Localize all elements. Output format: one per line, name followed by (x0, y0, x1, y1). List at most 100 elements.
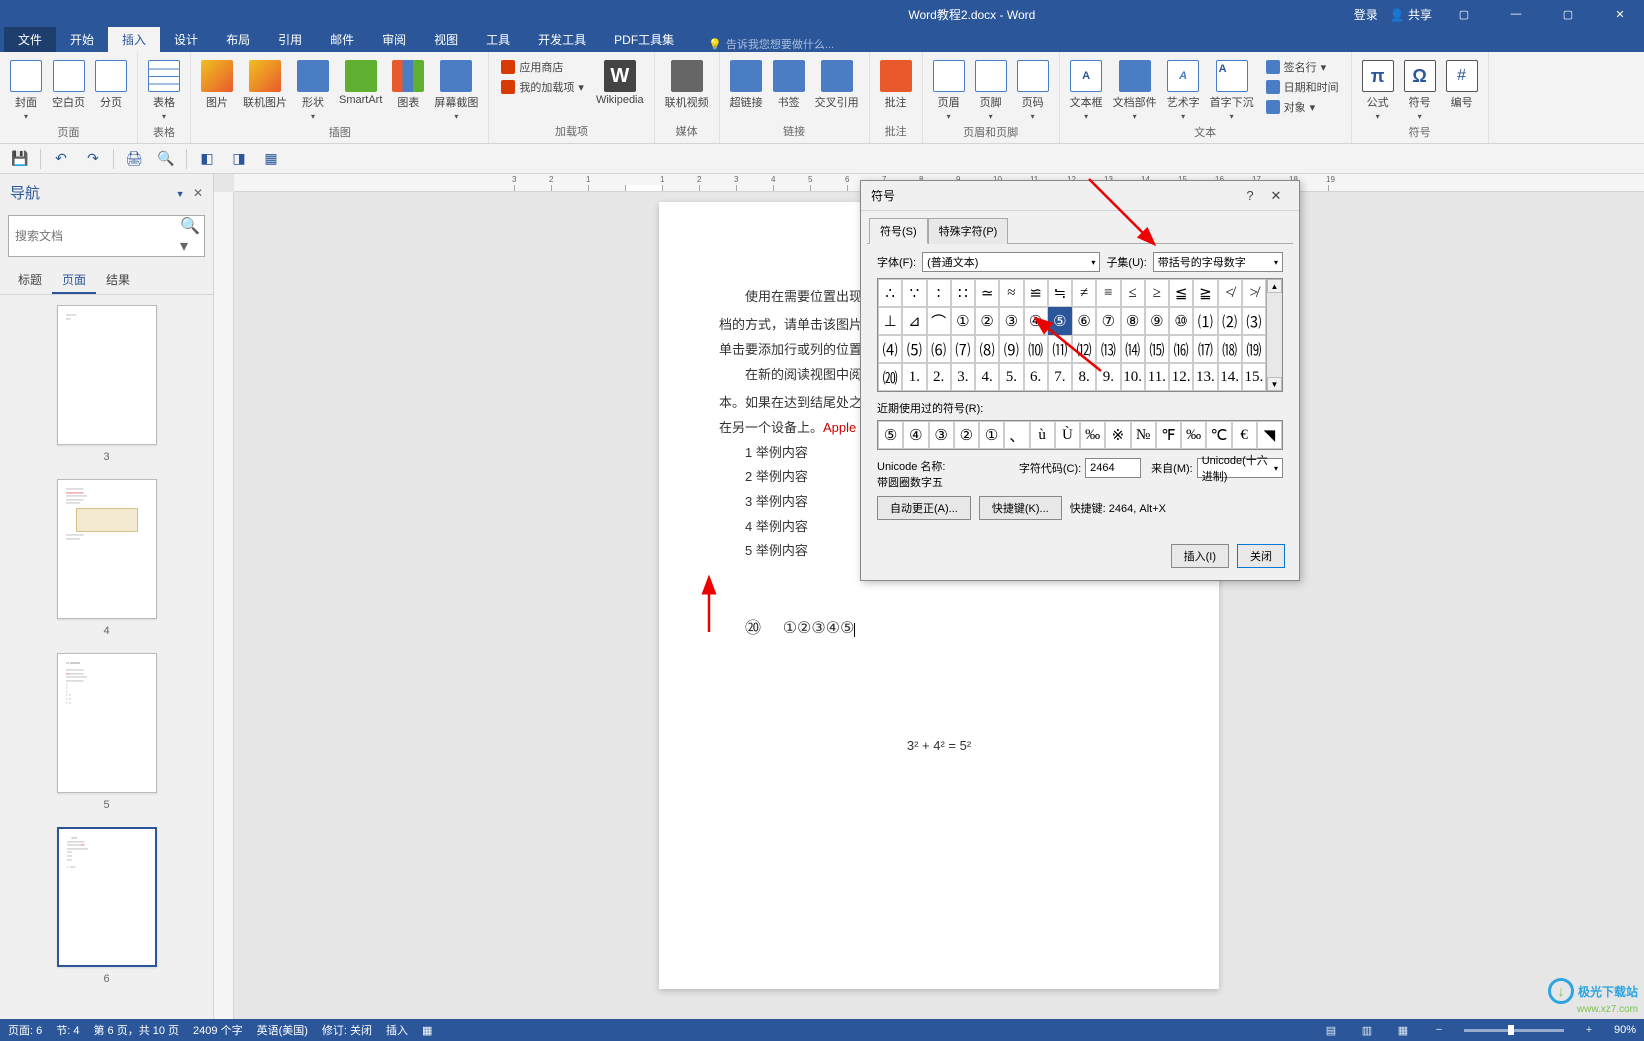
symbol-cell[interactable]: ≌ (1024, 279, 1048, 307)
page-thumbnail[interactable]: ━━━━━━━━━ (57, 305, 157, 445)
symbol-cell[interactable]: ≥ (1145, 279, 1169, 307)
ribbon-display-icon[interactable]: ▢ (1444, 0, 1484, 28)
store-button[interactable]: 应用商店 (495, 58, 590, 76)
symbol-cell[interactable]: ∶ (927, 279, 951, 307)
symbol-cell[interactable]: 5. (999, 363, 1023, 391)
wordart-button[interactable]: A艺术字 (1163, 58, 1204, 124)
recent-symbol-cell[interactable]: ℉ (1156, 421, 1181, 449)
page-thumbnail[interactable]: ━━ XXXXX━━━━━━━━━━━━━━━━━━━━━━━━━━━━━━━━… (57, 653, 157, 793)
symbol-cell[interactable]: ⒃ (1169, 335, 1193, 363)
symbol-cell[interactable]: 12. (1169, 363, 1193, 391)
symbol-cell[interactable]: ② (975, 307, 999, 335)
zoom-slider[interactable] (1464, 1029, 1564, 1032)
symbol-cell[interactable]: ⑷ (878, 335, 902, 363)
status-section[interactable]: 节: 4 (56, 1022, 79, 1038)
nav-tab-pages[interactable]: 页面 (52, 267, 96, 294)
share-button[interactable]: 👤 共享 (1390, 6, 1432, 23)
read-mode-icon[interactable]: ▤ (1320, 1021, 1342, 1039)
autocorrect-button[interactable]: 自动更正(A)... (877, 496, 971, 520)
symbol-cell[interactable]: 10. (1121, 363, 1145, 391)
recent-symbol-cell[interactable]: € (1232, 421, 1257, 449)
recent-symbol-cell[interactable]: № (1131, 421, 1156, 449)
object-button[interactable]: 对象 ▾ (1260, 98, 1345, 116)
recent-symbol-cell[interactable]: Ù (1055, 421, 1080, 449)
recent-symbol-cell[interactable]: ‰ (1181, 421, 1206, 449)
recent-symbol-cell[interactable]: ④ (903, 421, 928, 449)
symbol-cell[interactable]: 9. (1096, 363, 1120, 391)
tab-special-chars[interactable]: 特殊字符(P) (928, 218, 1009, 244)
tell-me-search[interactable]: 告诉我您想要做什么... (688, 36, 834, 52)
table-button[interactable]: 表格 (144, 58, 184, 124)
symbol-cell[interactable]: ⑶ (1242, 307, 1266, 335)
symbol-cell[interactable]: ≈ (999, 279, 1023, 307)
cross-reference-button[interactable]: 交叉引用 (811, 58, 863, 112)
symbol-cell[interactable]: 13. (1193, 363, 1217, 391)
symbol-cell[interactable]: ≦ (1169, 279, 1193, 307)
symbol-cell[interactable]: 11. (1145, 363, 1169, 391)
undo-button[interactable]: ↶ (49, 147, 73, 171)
nav-close-icon[interactable]: ✕ (193, 186, 203, 200)
qat-extra2[interactable]: ◨ (227, 147, 251, 171)
recent-symbol-cell[interactable]: ◥ (1257, 421, 1282, 449)
symbol-cell[interactable]: ① (951, 307, 975, 335)
status-page-of[interactable]: 第 6 页，共 10 页 (93, 1022, 179, 1038)
symbol-cell[interactable]: ⑴ (1193, 307, 1217, 335)
symbol-cell[interactable]: ⒆ (1242, 335, 1266, 363)
comment-button[interactable]: 批注 (876, 58, 916, 112)
page-thumbnail[interactable]: ━━━━━━━━━━━━━━━━━━━━━━━━━━━━━━━━━━━━━━━━… (57, 479, 157, 619)
header-button[interactable]: 页眉 (929, 58, 969, 124)
recent-symbol-cell[interactable]: 、 (1004, 421, 1029, 449)
search-icon[interactable]: 🔍▾ (180, 216, 204, 256)
symbol-cell[interactable]: 6. (1024, 363, 1048, 391)
tab-file[interactable]: 文件 (4, 27, 56, 52)
hyperlink-button[interactable]: 超链接 (726, 58, 767, 112)
zoom-level[interactable]: 90% (1614, 1024, 1636, 1036)
maximize-icon[interactable]: ▢ (1548, 0, 1588, 28)
chart-button[interactable]: 图表 (388, 58, 428, 112)
cover-page-button[interactable]: 封面 (6, 58, 46, 124)
status-language[interactable]: 英语(美国) (257, 1022, 308, 1038)
tab-layout[interactable]: 布局 (212, 27, 264, 52)
symbol-cell[interactable]: 1. (902, 363, 926, 391)
symbol-cell[interactable]: ⑧ (1121, 307, 1145, 335)
zoom-out-icon[interactable]: − (1428, 1021, 1450, 1039)
symbol-cell[interactable]: ≮ (1218, 279, 1242, 307)
symbol-cell[interactable]: ≤ (1121, 279, 1145, 307)
symbol-cell[interactable]: 8. (1072, 363, 1096, 391)
online-pictures-button[interactable]: 联机图片 (239, 58, 291, 112)
print-layout-icon[interactable]: ▥ (1356, 1021, 1378, 1039)
symbol-cell[interactable]: ≡ (1096, 279, 1120, 307)
tab-home[interactable]: 开始 (56, 27, 108, 52)
nav-tab-results[interactable]: 结果 (96, 267, 140, 294)
symbol-cell[interactable]: ⊿ (902, 307, 926, 335)
minimize-icon[interactable]: — (1496, 0, 1536, 28)
web-layout-icon[interactable]: ▦ (1392, 1021, 1414, 1039)
qat-extra3[interactable]: ▦ (259, 147, 283, 171)
recent-symbol-cell[interactable]: ③ (929, 421, 954, 449)
tab-review[interactable]: 审阅 (368, 27, 420, 52)
symbol-cell[interactable]: ⒁ (1121, 335, 1145, 363)
nav-search[interactable]: 🔍▾ (8, 215, 205, 257)
tab-references[interactable]: 引用 (264, 27, 316, 52)
symbol-cell[interactable]: ≧ (1193, 279, 1217, 307)
symbol-cell[interactable]: ≯ (1242, 279, 1266, 307)
equation-button[interactable]: 公式 (1358, 58, 1398, 124)
symbol-cell[interactable]: ⒅ (1218, 335, 1242, 363)
symbol-cell[interactable]: ⑺ (951, 335, 975, 363)
page-break-button[interactable]: 分页 (91, 58, 131, 112)
help-icon[interactable]: ? (1237, 183, 1263, 209)
symbol-cell[interactable]: ⑨ (1145, 307, 1169, 335)
signature-line-button[interactable]: 签名行 ▾ (1260, 58, 1345, 76)
symbol-cell[interactable]: ③ (999, 307, 1023, 335)
tab-tools[interactable]: 工具 (472, 27, 524, 52)
save-button[interactable]: 💾 (8, 147, 32, 171)
page-number-button[interactable]: 页码 (1013, 58, 1053, 124)
tab-pdf[interactable]: PDF工具集 (600, 27, 688, 52)
wikipedia-button[interactable]: WWikipedia (592, 58, 648, 108)
symbol-cell[interactable]: ⒇ (878, 363, 902, 391)
drop-cap-button[interactable]: A首字下沉 (1206, 58, 1258, 124)
screenshot-button[interactable]: 屏幕截图 (430, 58, 482, 124)
symbol-cell[interactable]: ⑹ (927, 335, 951, 363)
symbol-cell[interactable]: 7. (1048, 363, 1072, 391)
recent-symbol-cell[interactable]: ① (979, 421, 1004, 449)
